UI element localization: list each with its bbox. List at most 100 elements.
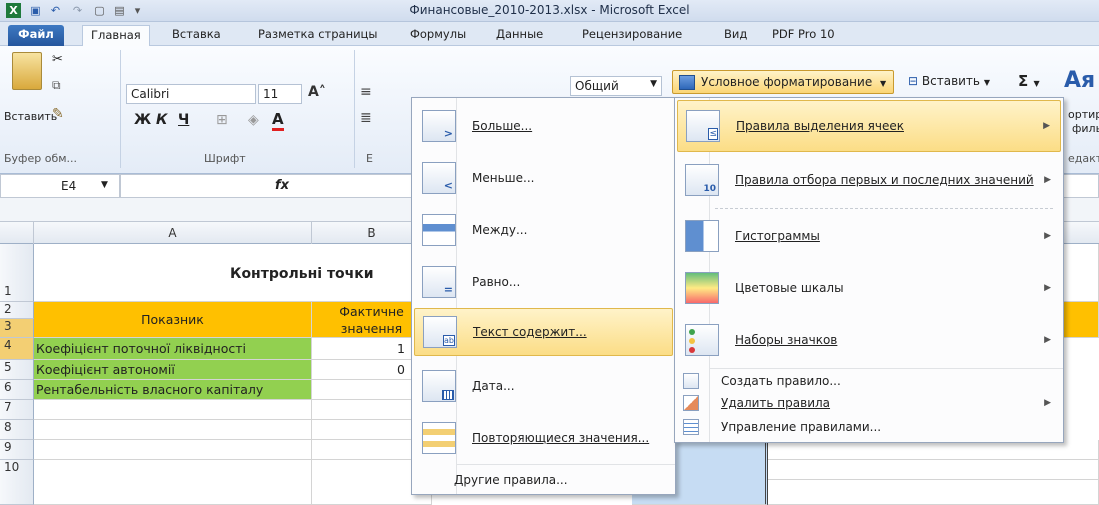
row-header-5[interactable]: 5 bbox=[0, 360, 34, 380]
tab-file[interactable]: Файл bbox=[8, 25, 64, 46]
conditional-formatting-icon bbox=[679, 75, 695, 90]
clipboard-group-label: Буфер обм... bbox=[4, 152, 78, 165]
align-left-icon[interactable]: ≣ bbox=[360, 110, 372, 126]
tab-insert[interactable]: Вставка bbox=[164, 25, 229, 46]
tab-data[interactable]: Данные bbox=[488, 25, 551, 46]
paste-icon[interactable] bbox=[12, 52, 42, 90]
autosum-button[interactable]: Σ ▼ bbox=[1018, 72, 1040, 90]
chevron-right-icon: ▶ bbox=[1044, 283, 1051, 293]
paste-button[interactable]: Вставить bbox=[4, 110, 57, 123]
sort-filter-icon[interactable]: Aя bbox=[1064, 68, 1095, 93]
highlight-cells-rules-icon: ≤ bbox=[686, 110, 720, 142]
menu-item-top-bottom-rules[interactable]: 10 Правила отбора первых и последних знач… bbox=[677, 154, 1061, 206]
empty-cell[interactable] bbox=[768, 440, 1099, 460]
row-header-4[interactable]: 4 bbox=[0, 338, 34, 360]
empty-cell[interactable] bbox=[34, 400, 312, 420]
font-name-combo[interactable]: Calibri bbox=[126, 84, 256, 104]
fill-color-icon[interactable]: ◈ bbox=[248, 112, 259, 128]
menu-item-less-than[interactable]: < Меньше... bbox=[414, 154, 673, 202]
menu-item-date-occurring[interactable]: Дата... bbox=[414, 362, 673, 410]
grow-font-icon[interactable]: A˄ bbox=[308, 84, 326, 100]
format-painter-icon[interactable]: ✎ bbox=[52, 106, 64, 122]
menu-item-highlight-cells-rules[interactable]: ≤ Правила выделения ячеек ▶ bbox=[677, 100, 1061, 152]
menu-item-between[interactable]: Между... bbox=[414, 206, 673, 254]
chevron-down-icon: ▼ bbox=[880, 79, 887, 88]
clear-rules-icon bbox=[683, 395, 699, 411]
empty-cell[interactable] bbox=[34, 460, 312, 505]
menu-item-new-rule[interactable]: Создать правило... bbox=[677, 370, 1061, 392]
menu-item-data-bars[interactable]: Гистограммы ▶ bbox=[677, 210, 1061, 262]
tab-page-layout[interactable]: Разметка страницы bbox=[250, 25, 385, 46]
menu-item-label: Наборы значков bbox=[735, 333, 838, 347]
underline-button[interactable]: Ч bbox=[178, 112, 189, 128]
row-header-7[interactable]: 7 bbox=[0, 400, 34, 420]
menu-item-manage-rules[interactable]: Управление правилами... bbox=[677, 416, 1061, 438]
row-header-8[interactable]: 8 bbox=[0, 420, 34, 440]
chevron-right-icon: ▶ bbox=[1044, 231, 1051, 241]
menu-item-color-scales[interactable]: Цветовые шкалы ▶ bbox=[677, 262, 1061, 314]
menu-item-icon-sets[interactable]: Наборы значков ▶ bbox=[677, 314, 1061, 366]
data-cell-row5-a[interactable]: Коефіцієнт автономії bbox=[34, 360, 312, 380]
copy-icon[interactable]: ⧉ bbox=[52, 78, 61, 93]
menu-item-label: Цветовые шкалы bbox=[735, 281, 844, 295]
font-color-button[interactable]: A bbox=[272, 110, 284, 131]
greater-than-icon: > bbox=[422, 110, 456, 142]
chevron-down-icon: ▼ bbox=[983, 78, 990, 87]
data-cell-row4-a[interactable]: Коефіцієнт поточної ліквідності bbox=[34, 338, 312, 360]
tab-view[interactable]: Вид bbox=[716, 25, 755, 46]
ribbon-tabs: Файл Главная Вставка Разметка страницы Ф… bbox=[0, 22, 1099, 46]
between-icon bbox=[422, 214, 456, 246]
menu-item-clear-rules[interactable]: Удалить правила ▶ bbox=[677, 392, 1061, 414]
insert-function-icon[interactable]: fx bbox=[275, 178, 289, 193]
row-header-1[interactable]: 1 bbox=[0, 244, 34, 302]
row-header-10[interactable]: 10 bbox=[0, 460, 34, 505]
align-top-icon[interactable]: ≡ bbox=[360, 84, 372, 100]
insert-cells-button[interactable]: ⊟ Вставить ▼ bbox=[908, 74, 990, 88]
select-all-button[interactable] bbox=[0, 222, 34, 244]
data-bars-icon bbox=[685, 220, 719, 252]
menu-item-label: Правила отбора первых и последних значен… bbox=[735, 173, 1034, 187]
tab-pdf-pro[interactable]: PDF Pro 10 bbox=[764, 25, 843, 46]
row-header-6[interactable]: 6 bbox=[0, 380, 34, 400]
tab-home[interactable]: Главная bbox=[82, 25, 150, 46]
header-cell-a[interactable]: Показник bbox=[34, 302, 312, 338]
tab-review[interactable]: Рецензирование bbox=[574, 25, 690, 46]
window-title: Финансовые_2010-2013.xlsx - Microsoft Ex… bbox=[409, 3, 690, 17]
menu-item-greater-than[interactable]: > Больше... bbox=[414, 102, 673, 150]
data-cell-row6-a[interactable]: Рентабельність власного капіталу bbox=[34, 380, 312, 400]
empty-cell[interactable] bbox=[34, 420, 312, 440]
menu-item-label: Равно... bbox=[472, 275, 521, 289]
empty-cell[interactable] bbox=[768, 480, 1099, 505]
highlight-rules-submenu: > Больше... < Меньше... Между... = Равно...… bbox=[411, 97, 676, 495]
empty-cell[interactable] bbox=[34, 440, 312, 460]
bold-button[interactable]: Ж bbox=[134, 112, 151, 128]
menu-item-equal-to[interactable]: = Равно... bbox=[414, 258, 673, 306]
sort-filter-label-1: ортир bbox=[1068, 108, 1099, 121]
number-format-value: Общий bbox=[575, 79, 619, 93]
menu-item-more-rules[interactable]: Другие правила... bbox=[414, 468, 673, 492]
menu-separator bbox=[456, 464, 675, 465]
font-size-combo[interactable]: 11 bbox=[258, 84, 302, 104]
row-header-2[interactable]: 2 bbox=[0, 302, 34, 319]
title-bar: X ▣ ↶ ↷ ▢ ▤ ▾ Финансовые_2010-2013.xlsx … bbox=[0, 0, 1099, 22]
duplicate-values-icon bbox=[422, 422, 456, 454]
borders-icon[interactable]: ⊞ bbox=[216, 112, 228, 128]
tab-formulas[interactable]: Формулы bbox=[402, 25, 474, 46]
date-occurring-icon bbox=[422, 370, 456, 402]
empty-cell[interactable] bbox=[768, 460, 1099, 480]
italic-button[interactable]: К bbox=[156, 112, 167, 128]
row-header-3[interactable]: 3 bbox=[0, 319, 34, 338]
row-header-9[interactable]: 9 bbox=[0, 440, 34, 460]
conditional-formatting-button[interactable]: Условное форматирование ▼ bbox=[672, 70, 894, 94]
new-rule-icon bbox=[683, 373, 699, 389]
editing-group-label: едакт bbox=[1068, 152, 1099, 165]
cut-icon[interactable]: ✂ bbox=[52, 52, 63, 67]
number-format-combo[interactable]: Общий ▼ bbox=[570, 76, 662, 96]
menu-item-text-contains[interactable]: ab Текст содержит... bbox=[414, 308, 673, 356]
menu-item-label: Дата... bbox=[472, 379, 515, 393]
chevron-down-icon: ▼ bbox=[101, 180, 108, 190]
name-box[interactable]: E4 ▼ bbox=[0, 174, 120, 198]
menu-item-duplicate-values[interactable]: Повторяющиеся значения... bbox=[414, 414, 673, 462]
header-cell-right[interactable] bbox=[1060, 302, 1099, 338]
column-header-a[interactable]: A bbox=[34, 222, 312, 244]
